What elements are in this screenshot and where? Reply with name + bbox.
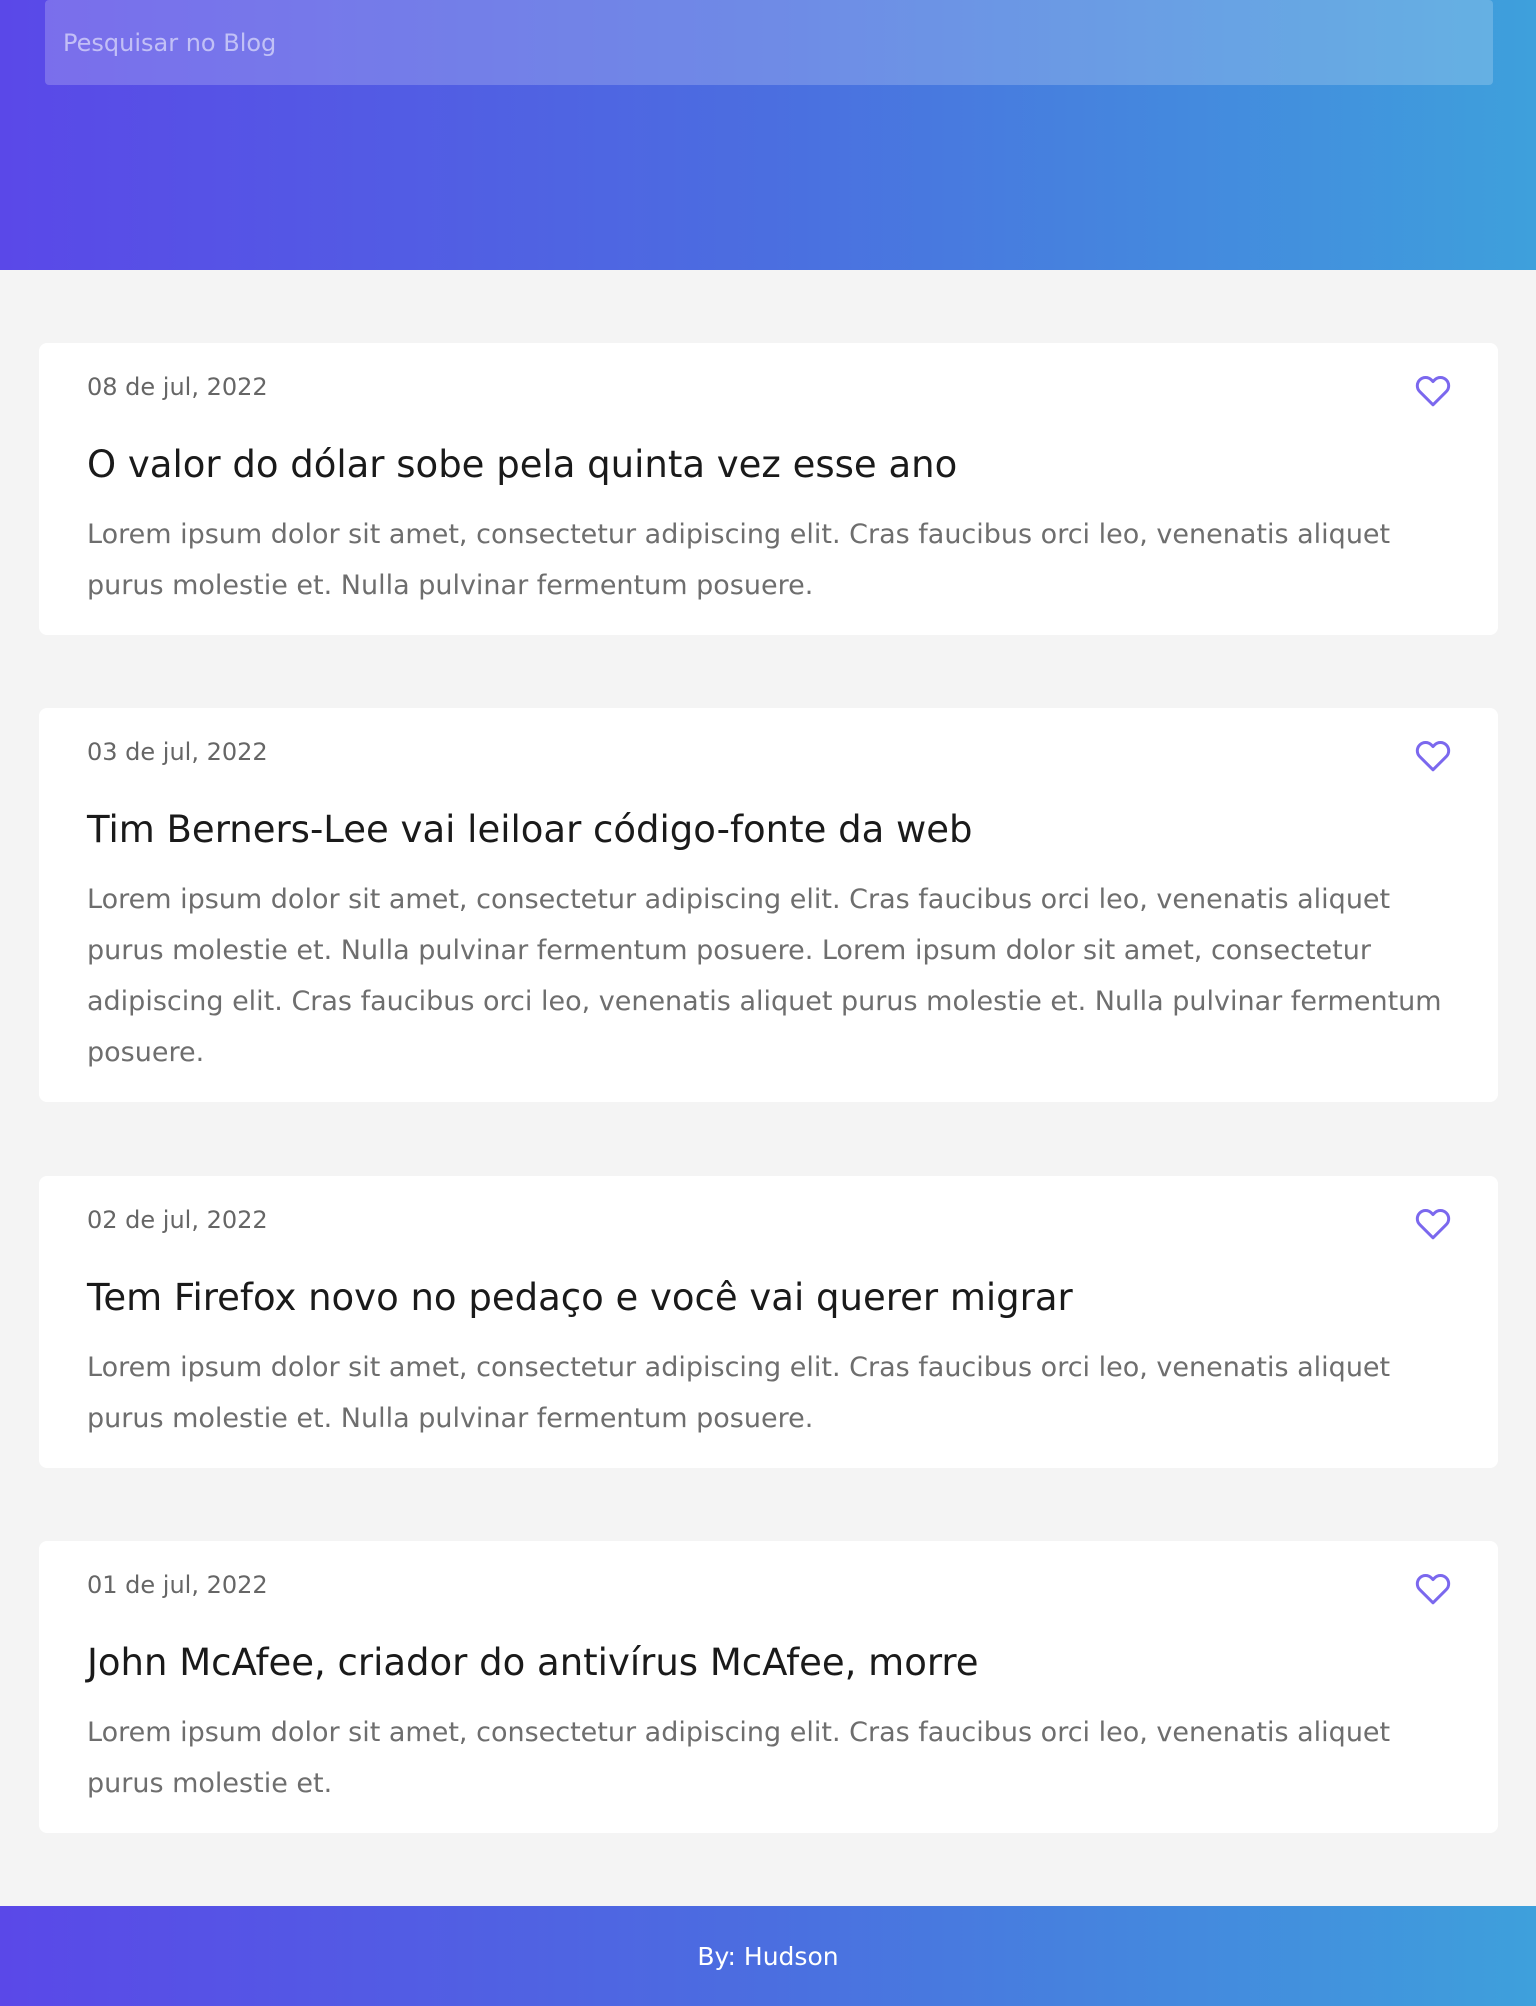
post-date: 01 de jul, 2022 bbox=[87, 1571, 268, 1599]
post-title[interactable]: Tim Berners-Lee vai leiloar código-fonte… bbox=[87, 808, 973, 851]
post-date: 08 de jul, 2022 bbox=[87, 373, 268, 401]
header-banner bbox=[0, 0, 1536, 270]
footer: By: Hudson bbox=[0, 1906, 1536, 2006]
footer-credit: By: Hudson bbox=[697, 1941, 839, 1971]
post-date: 03 de jul, 2022 bbox=[87, 738, 268, 766]
post-title[interactable]: O valor do dólar sobe pela quinta vez es… bbox=[87, 443, 957, 486]
post-title[interactable]: Tem Firefox novo no pedaço e você vai qu… bbox=[87, 1276, 1073, 1319]
post-card[interactable]: 08 de jul, 2022 O valor do dólar sobe pe… bbox=[39, 343, 1498, 635]
post-excerpt: Lorem ipsum dolor sit amet, consectetur … bbox=[87, 1352, 1391, 1434]
post-title[interactable]: John McAfee, criador do antivírus McAfee… bbox=[87, 1641, 979, 1684]
post-excerpt: Lorem ipsum dolor sit amet, consectetur … bbox=[87, 884, 1442, 1068]
heart-icon[interactable] bbox=[1414, 373, 1452, 409]
post-excerpt: Lorem ipsum dolor sit amet, consectetur … bbox=[87, 519, 1391, 601]
heart-icon[interactable] bbox=[1414, 738, 1452, 774]
post-excerpt: Lorem ipsum dolor sit amet, consectetur … bbox=[87, 1717, 1391, 1799]
post-card[interactable]: 01 de jul, 2022 John McAfee, criador do … bbox=[39, 1541, 1498, 1833]
post-card[interactable]: 03 de jul, 2022 Tim Berners-Lee vai leil… bbox=[39, 708, 1498, 1102]
search-input[interactable] bbox=[45, 0, 1493, 85]
post-card[interactable]: 02 de jul, 2022 Tem Firefox novo no peda… bbox=[39, 1176, 1498, 1468]
post-date: 02 de jul, 2022 bbox=[87, 1206, 268, 1234]
heart-icon[interactable] bbox=[1414, 1206, 1452, 1242]
heart-icon[interactable] bbox=[1414, 1571, 1452, 1607]
